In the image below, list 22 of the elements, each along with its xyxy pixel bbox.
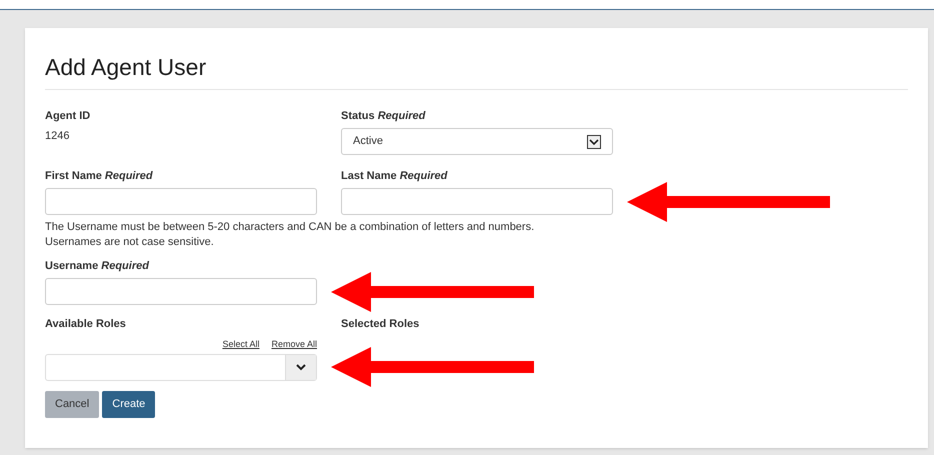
field-label: First Name Required (45, 168, 154, 184)
input-field[interactable] (45, 278, 317, 305)
field-label: Username Required (45, 258, 150, 274)
hint-text: The Username must be between 5-20 characters and CAN be a combination of letters and numbers. (45, 220, 536, 234)
status-dropdown[interactable]: Active (341, 128, 613, 155)
input-field[interactable] (341, 188, 613, 215)
link[interactable]: Remove All (271, 338, 317, 352)
hint-text: Usernames are not case sensitive. (45, 234, 215, 250)
create-button[interactable]: Create (102, 390, 156, 418)
cancel-button[interactable]: Cancel (45, 390, 100, 418)
field-label: Agent ID (45, 108, 92, 124)
input-field[interactable] (45, 188, 317, 215)
link[interactable]: Select All (222, 338, 260, 352)
page-title: Add Agent User (45, 50, 908, 90)
field-label: Last Name Required (341, 168, 448, 184)
agent-id-value: 1246 (45, 129, 70, 144)
field-label: Available Roles (45, 316, 127, 332)
field-label: Status Required (341, 108, 426, 124)
field-label: Selected Roles (341, 316, 420, 332)
chevron-down-icon (587, 134, 601, 148)
chevron-down-icon (296, 364, 306, 370)
roles-dropdown[interactable] (45, 354, 317, 380)
